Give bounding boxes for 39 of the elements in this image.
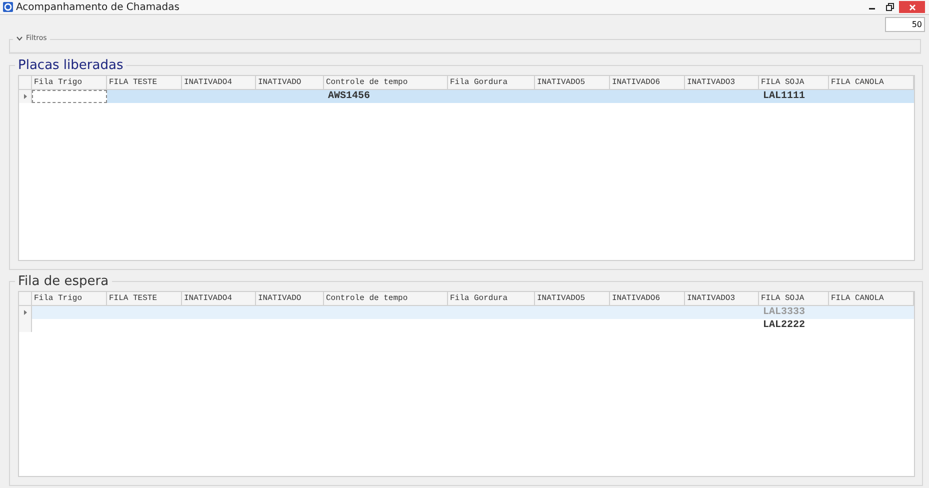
column-header[interactable]: Controle de tempo <box>324 76 448 89</box>
close-button[interactable] <box>899 1 925 13</box>
table-cell-text: LAL1111 <box>762 90 806 103</box>
column-header[interactable]: Fila Trigo <box>32 292 107 305</box>
column-header[interactable]: INATIVADO3 <box>685 76 759 89</box>
table-cell-text: LAL3333 <box>762 306 806 319</box>
column-header[interactable]: INATIVADO <box>256 292 324 305</box>
column-header[interactable]: Fila Gordura <box>448 292 535 305</box>
column-header[interactable]: INATIVADO5 <box>535 76 610 89</box>
column-header[interactable]: INATIVADO3 <box>685 292 759 305</box>
column-header[interactable]: INATIVADO4 <box>182 76 256 89</box>
column-header[interactable]: Controle de tempo <box>324 292 448 305</box>
row-pointer-icon <box>24 310 26 315</box>
column-header[interactable]: FILA TESTE <box>107 292 182 305</box>
group-title: Placas liberadas <box>17 58 124 73</box>
grid-row[interactable]: AWS1456 LAL1111 <box>19 90 914 103</box>
column-header[interactable]: FILA SOJA <box>759 76 829 89</box>
chevron-icon <box>16 36 23 40</box>
column-header[interactable]: Fila Gordura <box>448 76 535 89</box>
column-header[interactable]: FILA SOJA <box>759 292 829 305</box>
column-header[interactable]: INATIVADO6 <box>610 76 685 89</box>
table-cell-text: LAL2222 <box>762 319 806 332</box>
row-pointer-icon <box>24 94 26 99</box>
close-icon <box>908 4 916 10</box>
column-header[interactable]: INATIVADO6 <box>610 292 685 305</box>
window-title: Acompanhamento de Chamadas <box>16 2 180 12</box>
table-cell-text: AWS1456 <box>327 90 372 103</box>
row-header[interactable] <box>19 90 32 103</box>
group-title: Fila de espera <box>17 274 110 289</box>
column-header[interactable]: INATIVADO5 <box>535 292 610 305</box>
column-header[interactable]: FILA CANOLA <box>829 76 914 89</box>
column-header[interactable]: FILA TESTE <box>107 76 182 89</box>
column-header[interactable]: INATIVADO4 <box>182 292 256 305</box>
column-header[interactable]: Fila Trigo <box>32 76 107 89</box>
column-header[interactable]: INATIVADO <box>256 76 324 89</box>
row-header[interactable] <box>19 306 32 319</box>
count-field[interactable]: 50 <box>885 17 925 32</box>
column-header[interactable]: FILA CANOLA <box>829 292 914 305</box>
restore-icon <box>886 3 894 11</box>
